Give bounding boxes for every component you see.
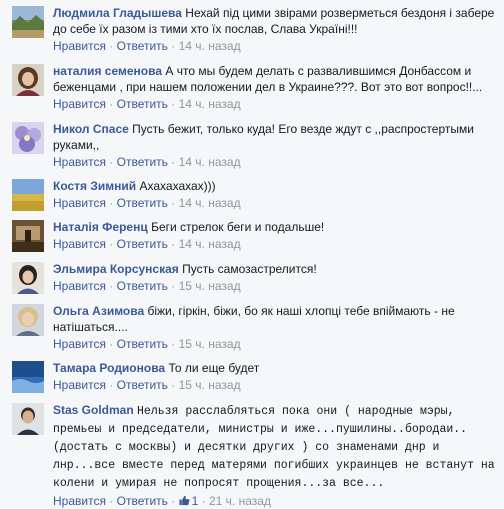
portrait-avatar-icon	[12, 304, 44, 336]
room-avatar-icon	[12, 220, 44, 252]
comment-timestamp[interactable]: 15 ч. назад	[179, 337, 241, 351]
comment-actions: Нравится · Ответить · 15 ч. назад	[53, 377, 496, 393]
comment-actions: Нравится · Ответить · 1 · 21 ч. назад	[53, 493, 496, 509]
separator: ·	[171, 494, 176, 508]
comment-actions: Нравится · Ответить · 14 ч. назад	[53, 195, 496, 211]
comment-actions: Нравится · Ответить · 15 ч. назад	[53, 336, 496, 352]
comment-timestamp[interactable]: 14 ч. назад	[179, 155, 241, 169]
comment-actions: Нравится · Ответить · 14 ч. назад	[53, 236, 496, 252]
reply-link[interactable]: Ответить	[117, 337, 168, 351]
like-link[interactable]: Нравится	[53, 494, 106, 508]
avatar[interactable]	[12, 179, 44, 211]
like-link[interactable]: Нравится	[53, 237, 106, 251]
avatar[interactable]	[12, 403, 44, 435]
reply-link[interactable]: Ответить	[117, 494, 168, 508]
separator: ·	[171, 237, 176, 251]
separator: ·	[109, 494, 114, 508]
separator: ·	[109, 196, 114, 210]
like-link[interactable]: Нравится	[53, 39, 106, 53]
comment-author[interactable]: Людмила Гладышева	[53, 6, 182, 20]
comment-timestamp[interactable]: 14 ч. назад	[179, 237, 241, 251]
comment-author[interactable]: Костя Зимний	[53, 179, 136, 193]
reply-link[interactable]: Ответить	[117, 97, 168, 111]
like-link[interactable]: Нравится	[53, 97, 106, 111]
comment-text: Нельзя расслабляться пока они ( народные…	[53, 405, 495, 490]
avatar[interactable]	[12, 304, 44, 336]
comment-author[interactable]: Ольга Азимова	[53, 304, 144, 318]
separator: ·	[109, 279, 114, 293]
comment-author[interactable]: наталия семенова	[53, 64, 162, 78]
comment-author[interactable]: Эльмира Корсунская	[53, 262, 179, 276]
reply-link[interactable]: Ответить	[117, 378, 168, 392]
comment-timestamp[interactable]: 14 ч. назад	[179, 39, 241, 53]
like-link[interactable]: Нравится	[53, 155, 106, 169]
comment-timestamp[interactable]: 14 ч. назад	[179, 97, 241, 111]
comment-text: Ахахахахах)))	[139, 179, 216, 193]
comment-timestamp[interactable]: 21 ч. назад	[209, 494, 271, 508]
comment-text: То ли еще будет	[168, 361, 260, 375]
separator: ·	[171, 39, 176, 53]
avatar[interactable]	[12, 220, 44, 252]
comment-actions: Нравится · Ответить · 14 ч. назад	[53, 154, 496, 170]
comment-timestamp[interactable]: 15 ч. назад	[179, 279, 241, 293]
sky-avatar-icon	[12, 361, 44, 393]
separator: ·	[109, 155, 114, 169]
like-link[interactable]: Нравится	[53, 279, 106, 293]
comment-author[interactable]: Тамара Родионова	[53, 361, 165, 375]
reply-link[interactable]: Ответить	[117, 155, 168, 169]
comment-actions: Нравится · Ответить · 14 ч. назад	[53, 96, 496, 112]
man-avatar-icon	[12, 403, 44, 435]
separator: ·	[109, 378, 114, 392]
avatar[interactable]	[12, 122, 44, 154]
comment-text: Беги стрелок беги и подальше!	[151, 220, 325, 234]
separator: ·	[201, 494, 206, 508]
separator: ·	[171, 337, 176, 351]
comment-timestamp[interactable]: 15 ч. назад	[179, 378, 241, 392]
comment-author[interactable]: Наталія Ференц	[53, 220, 148, 234]
comment-timestamp[interactable]: 14 ч. назад	[179, 196, 241, 210]
like-link[interactable]: Нравится	[53, 337, 106, 351]
separator: ·	[109, 97, 114, 111]
avatar[interactable]	[12, 262, 44, 294]
like-count[interactable]: 1	[179, 494, 199, 508]
field-avatar-icon	[12, 179, 44, 211]
separator: ·	[109, 337, 114, 351]
separator: ·	[171, 196, 176, 210]
reply-link[interactable]: Ответить	[117, 279, 168, 293]
reply-link[interactable]: Ответить	[117, 196, 168, 210]
comment-author[interactable]: Никол Спасе	[53, 122, 129, 136]
comment-actions: Нравится · Ответить · 15 ч. назад	[53, 278, 496, 294]
reply-link[interactable]: Ответить	[117, 237, 168, 251]
reply-link[interactable]: Ответить	[117, 39, 168, 53]
separator: ·	[109, 39, 114, 53]
separator: ·	[171, 279, 176, 293]
avatar[interactable]	[12, 361, 44, 393]
comment-text: Пусть самозастрелится!	[182, 262, 317, 276]
separator: ·	[109, 237, 114, 251]
like-link[interactable]: Нравится	[53, 196, 106, 210]
separator: ·	[171, 378, 176, 392]
like-link[interactable]: Нравится	[53, 378, 106, 392]
avatar[interactable]	[12, 6, 44, 38]
like-count-value: 1	[191, 494, 199, 508]
comment-author[interactable]: Stas Goldman	[53, 403, 134, 417]
landscape-avatar-icon	[12, 6, 44, 38]
flowers-avatar-icon	[12, 122, 44, 154]
separator: ·	[171, 97, 176, 111]
avatar[interactable]	[12, 64, 44, 96]
woman-avatar-icon	[12, 64, 44, 96]
separator: ·	[171, 155, 176, 169]
woman-avatar-icon	[12, 262, 44, 294]
comment-actions: Нравится · Ответить · 14 ч. назад	[53, 38, 496, 54]
